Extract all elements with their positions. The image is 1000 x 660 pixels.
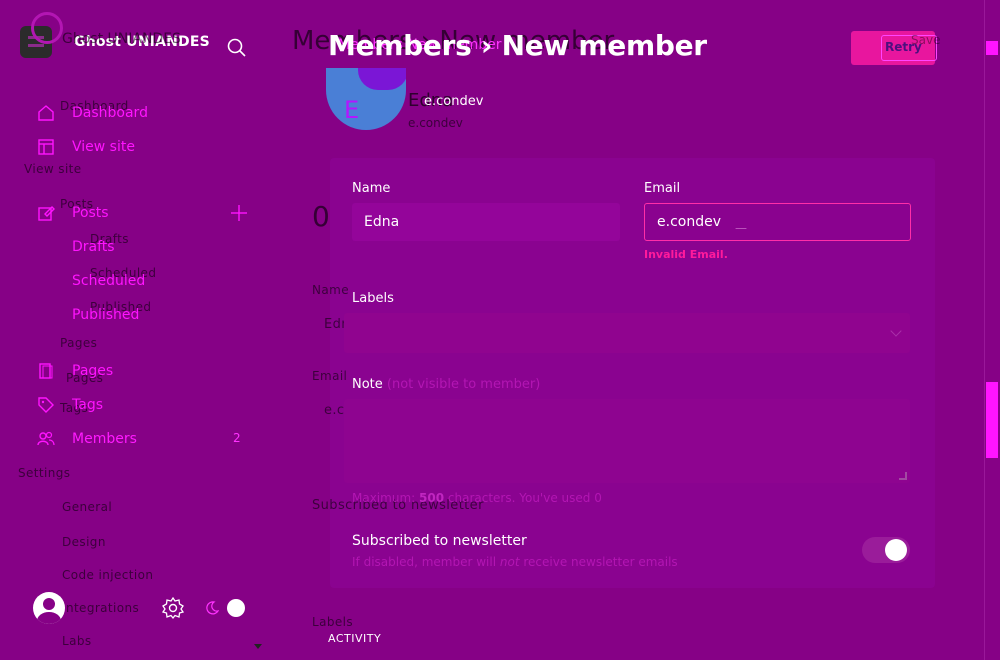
resize-grip-icon[interactable] bbox=[899, 472, 907, 480]
brand-name-ghost: Ghost UNIANDES bbox=[62, 31, 181, 47]
browser-icon bbox=[36, 137, 56, 157]
email-input-mark: — bbox=[735, 221, 747, 235]
retry-button[interactable]: Save Retry bbox=[851, 31, 940, 65]
sidebar-item-label: Tags bbox=[72, 397, 103, 413]
member-avatar: E bbox=[326, 68, 406, 130]
new-post-plus-icon[interactable] bbox=[229, 203, 249, 223]
labels-label: Labels bbox=[352, 291, 394, 306]
scrollbar-top-marker[interactable] bbox=[986, 41, 998, 55]
counter-suffix: characters. You've used bbox=[447, 491, 591, 505]
retry-button-label: Retry bbox=[885, 40, 922, 54]
tag-icon bbox=[36, 395, 56, 415]
sidebar-item-posts[interactable]: Posts bbox=[36, 200, 109, 226]
dark-mode-toggle[interactable] bbox=[205, 598, 247, 618]
newsletter-title: Subscribed to newsletter bbox=[352, 533, 527, 549]
ghost-design: Design bbox=[62, 535, 106, 549]
chevron-down-icon bbox=[890, 325, 902, 337]
sidebar: Ghost UNIANDES Ghost UNIANDES Dashboard … bbox=[0, 0, 280, 660]
sidebar-item-label: View site bbox=[72, 139, 135, 155]
counter-used: 0 bbox=[594, 491, 602, 505]
search-icon[interactable] bbox=[226, 37, 248, 59]
email-label: Email bbox=[644, 181, 681, 196]
sidebar-item-published[interactable]: Published bbox=[72, 307, 139, 323]
counter-prefix: Maximum: bbox=[352, 491, 416, 505]
ghost-settings: Settings bbox=[18, 466, 71, 480]
sidebar-item-members[interactable]: Members bbox=[36, 426, 137, 452]
scroll-down-arrow-icon[interactable] bbox=[254, 644, 262, 649]
avatar-notch bbox=[358, 68, 406, 90]
member-email-heading: e.condev bbox=[424, 94, 484, 109]
user-avatar[interactable] bbox=[33, 592, 65, 624]
note-textarea[interactable] bbox=[344, 399, 910, 483]
sidebar-item-label: Members bbox=[72, 431, 137, 447]
ghost-name-label: Name bbox=[312, 283, 350, 297]
note-label: Note (not visible to member) bbox=[352, 377, 540, 392]
ghost-view-site: View site bbox=[24, 162, 82, 176]
toggle-knob bbox=[885, 539, 907, 561]
home-icon bbox=[36, 103, 56, 123]
sidebar-item-view-site[interactable]: View site bbox=[36, 134, 135, 160]
member-email: e.condev bbox=[408, 116, 463, 130]
edit-icon bbox=[36, 203, 56, 223]
ghost-labs: Labs bbox=[62, 634, 92, 648]
newsletter-hint-not: not bbox=[499, 555, 520, 569]
moon-icon bbox=[205, 600, 220, 615]
email-error: Invalid Email. bbox=[644, 248, 728, 261]
brand-ring-icon bbox=[31, 12, 63, 44]
sidebar-item-label: Dashboard bbox=[72, 105, 148, 121]
scrollbar-thumb[interactable] bbox=[986, 382, 998, 458]
gear-icon[interactable] bbox=[161, 596, 185, 620]
newsletter-hint-b: receive newsletter emails bbox=[523, 555, 678, 569]
ghost-code-injection: Code injection bbox=[62, 568, 154, 582]
sidebar-item-label: Pages bbox=[72, 363, 114, 379]
name-input[interactable]: Edna bbox=[352, 203, 620, 241]
ghost-zero-a: 0 bbox=[312, 200, 330, 233]
name-label: Name bbox=[352, 181, 391, 196]
sidebar-item-scheduled[interactable]: Scheduled bbox=[72, 273, 145, 289]
page-title: Members › New member bbox=[328, 29, 707, 62]
ghost-email-label: Email bbox=[312, 369, 348, 383]
note-character-counter: Maximum: 500 characters. You've used 0 bbox=[352, 491, 602, 505]
ghost-integrations: Integrations bbox=[62, 601, 140, 615]
toggle-knob bbox=[227, 599, 245, 617]
avatar-initial: E bbox=[344, 96, 360, 124]
sidebar-item-drafts[interactable]: Drafts bbox=[72, 239, 115, 255]
note-label-sub: (not visible to member) bbox=[386, 377, 541, 392]
newsletter-hint: If disabled, member will not receive new… bbox=[352, 555, 678, 569]
email-input[interactable]: e.condev bbox=[644, 203, 911, 241]
ghost-pages: Pages bbox=[60, 336, 98, 350]
ghost-labels-label: Labels bbox=[312, 615, 354, 629]
note-label-text: Note bbox=[352, 377, 383, 392]
activity-heading: ACTIVITY bbox=[328, 632, 382, 645]
pages-icon bbox=[36, 361, 56, 381]
members-count-badge: 2 bbox=[233, 431, 241, 445]
sidebar-item-pages[interactable]: Pages bbox=[36, 358, 113, 384]
labels-select[interactable] bbox=[344, 313, 910, 353]
newsletter-toggle[interactable] bbox=[862, 537, 910, 563]
counter-max: 500 bbox=[419, 491, 445, 505]
page-scrollbar[interactable] bbox=[984, 0, 1000, 660]
sidebar-item-tags[interactable]: Tags bbox=[36, 392, 103, 418]
ghost-general: General bbox=[62, 500, 113, 514]
newsletter-hint-a: If disabled, member will bbox=[352, 555, 497, 569]
members-icon bbox=[36, 429, 56, 449]
sidebar-item-dashboard[interactable]: Dashboard bbox=[36, 100, 148, 126]
sidebar-item-label: Posts bbox=[72, 205, 109, 221]
